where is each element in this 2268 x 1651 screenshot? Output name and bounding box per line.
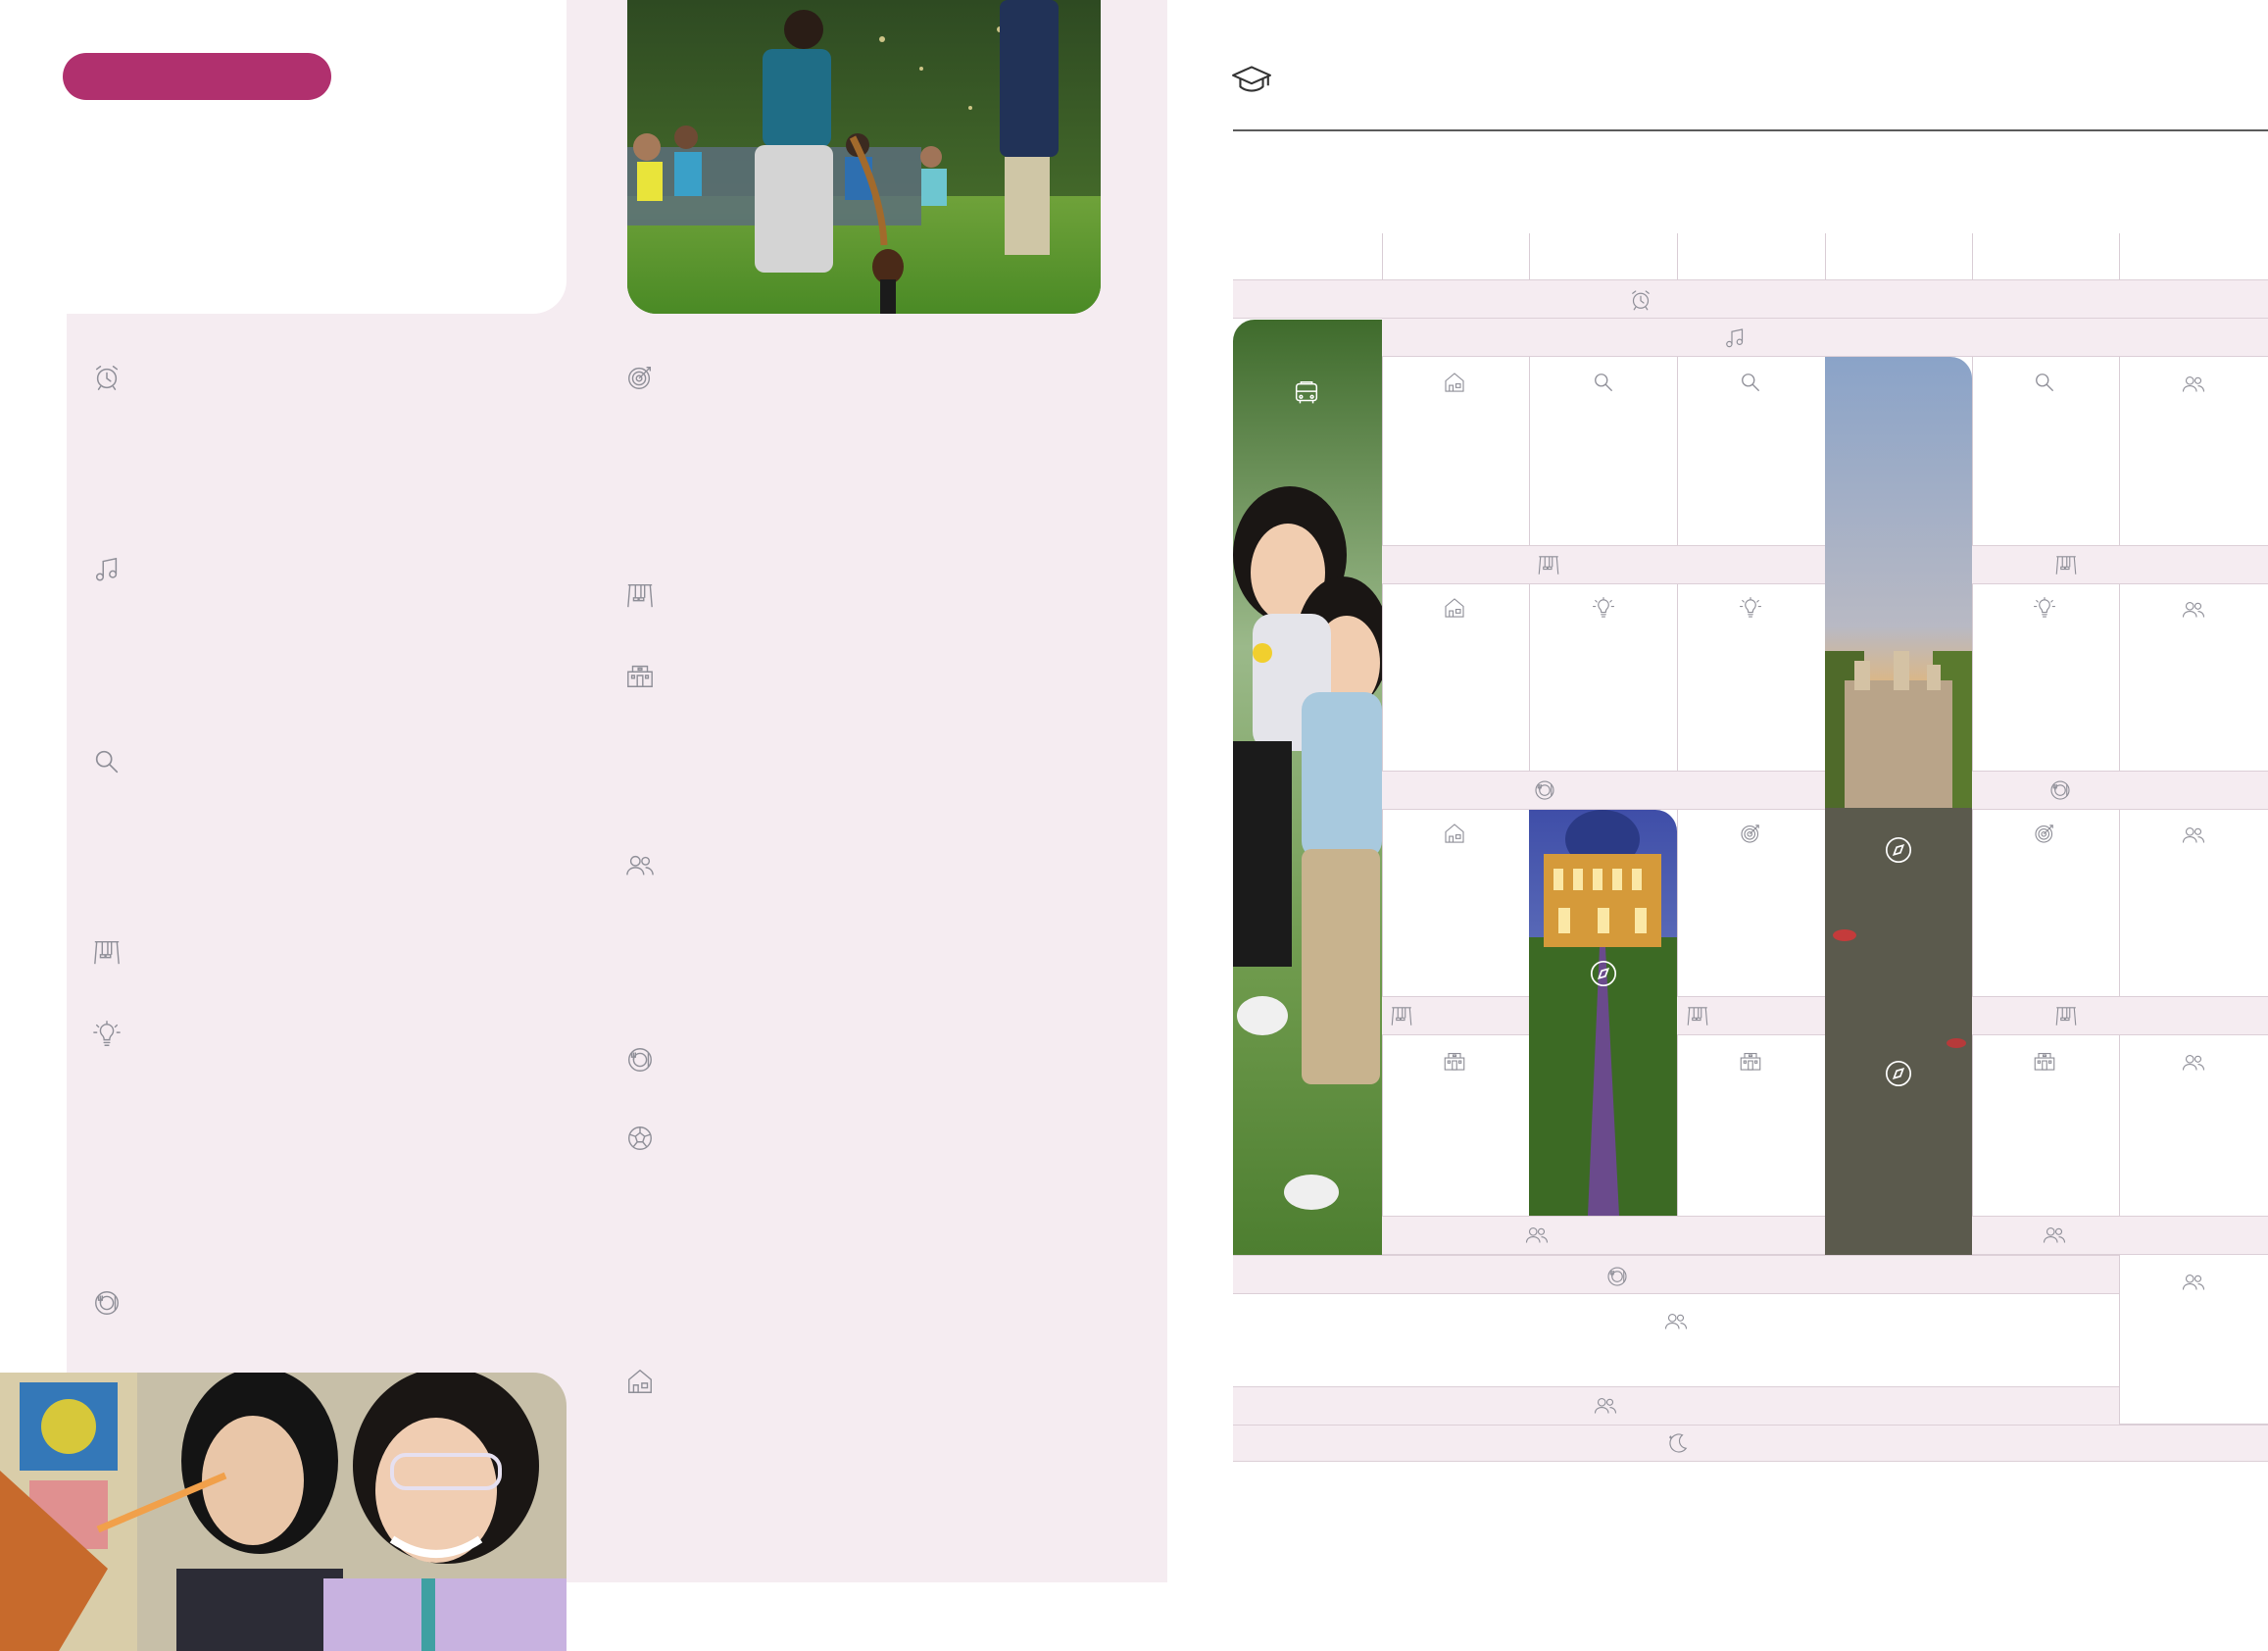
compass-icon: [1589, 959, 1618, 988]
lightbulb-icon: [1592, 596, 1615, 620]
house-icon: [625, 1367, 655, 1396]
search-icon: [1739, 371, 1762, 394]
band-activity-1b: [1972, 545, 2268, 584]
moon-icon: [1666, 1431, 1690, 1455]
building-icon: [1443, 1049, 1466, 1073]
intro-card: [0, 0, 567, 314]
lightbulb-icon: [2033, 596, 2056, 620]
swing-icon: [625, 580, 655, 610]
section-label-pill: [63, 53, 331, 100]
band-evening: [1233, 1386, 2119, 1426]
swing-icon: [1537, 553, 1560, 576]
girls-photo: [1233, 320, 1382, 1255]
target-icon: [1739, 822, 1762, 845]
search-icon: [2033, 371, 2056, 394]
dining-icon: [92, 1288, 122, 1318]
dining-icon: [1605, 1265, 1629, 1288]
band-lunch-b: [1972, 771, 2268, 810]
swing-icon: [92, 937, 122, 967]
bus-icon: [1292, 378, 1321, 408]
dining-icon: [2048, 778, 2072, 802]
alarm-clock-icon: [1629, 288, 1652, 312]
people-icon: [2182, 373, 2205, 396]
alarm-clock-icon: [92, 363, 122, 392]
house-icon: [1443, 371, 1466, 394]
people-icon: [2182, 1051, 2205, 1075]
people-icon: [625, 851, 655, 880]
soccer-ball-icon: [625, 1124, 655, 1153]
swing-icon: [2054, 553, 2078, 576]
band-music: [1382, 318, 2268, 357]
house-icon: [1443, 822, 1466, 845]
graduation-cap-icon: [1231, 63, 1272, 96]
band-activity-1: [1382, 545, 1825, 584]
building-icon: [2033, 1049, 2056, 1073]
lightbulb-icon: [1739, 596, 1762, 620]
band-social: [1382, 1216, 1825, 1255]
band-dinner: [1233, 1255, 2119, 1294]
building-icon: [1739, 1049, 1762, 1073]
band-bedtime: [1233, 1425, 2268, 1462]
croquet-photo: [627, 0, 1101, 314]
people-icon: [1664, 1310, 1688, 1333]
band-social-b: [1972, 1216, 2268, 1255]
people-icon: [2182, 1271, 2205, 1294]
swing-icon: [2054, 1004, 2078, 1027]
compass-icon: [1884, 1059, 1913, 1088]
header-rule: [1233, 129, 2268, 131]
swing-icon: [1686, 1004, 1709, 1027]
music-note-icon: [1723, 326, 1747, 350]
lightbulb-icon: [92, 1020, 122, 1049]
dining-icon: [1533, 778, 1556, 802]
target-icon: [2033, 822, 2056, 845]
art-class-photo: [0, 1373, 567, 1651]
music-note-icon: [92, 555, 122, 584]
target-icon: [625, 363, 655, 392]
people-icon: [2182, 598, 2205, 622]
people-icon: [1525, 1224, 1549, 1247]
people-icon: [2182, 824, 2205, 847]
house-icon: [1443, 596, 1466, 620]
radcliffe-camera-photo: [1529, 810, 1677, 1216]
people-icon: [2043, 1224, 2066, 1247]
search-icon: [1592, 371, 1615, 394]
search-icon: [92, 747, 122, 776]
swing-icon: [1390, 1004, 1413, 1027]
band-lunch: [1382, 771, 1825, 810]
band-wake-up: [1233, 279, 2268, 319]
castle-photo: [1825, 357, 1972, 1255]
band-activity-2c: [1972, 996, 2268, 1035]
building-icon: [625, 661, 655, 690]
compass-icon: [1884, 835, 1913, 865]
people-icon: [1594, 1394, 1617, 1418]
dining-icon: [625, 1045, 655, 1075]
